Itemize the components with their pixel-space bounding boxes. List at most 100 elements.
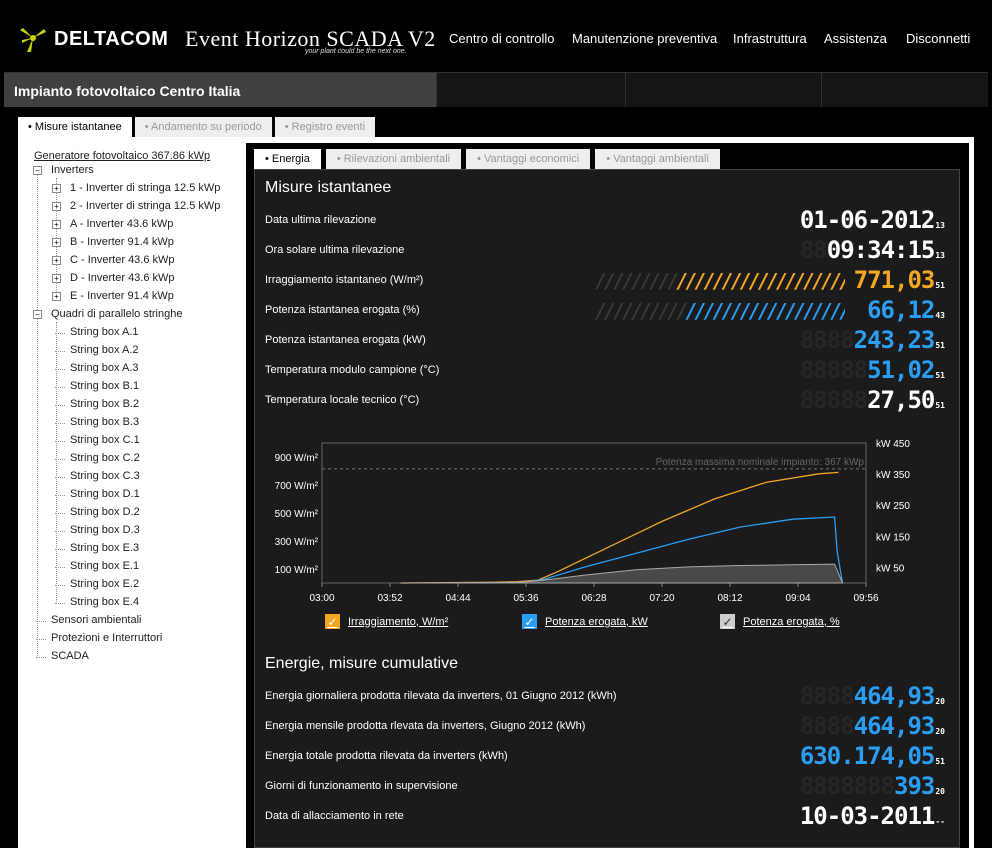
tree-node-string-box[interactable]: String box B.1	[70, 380, 139, 392]
legend-potenza-percent[interactable]: ✓ Potenza erogata, %	[720, 614, 840, 629]
tree-node-string-box[interactable]: String box C.1	[70, 434, 140, 446]
tree-node-string-box[interactable]: String box D.2	[70, 506, 140, 518]
measure-label: Data di allacciamento in rete	[265, 810, 404, 822]
collapse-icon[interactable]: −	[33, 166, 42, 175]
measure-label: Energia totale prodotta rilevata da inve…	[265, 750, 508, 762]
tree-node-inverter[interactable]: A - Inverter 43.6 kWp	[70, 218, 173, 230]
tree-node-string-box[interactable]: String box B.2	[70, 398, 139, 410]
expand-icon[interactable]: +	[52, 256, 61, 265]
collapse-icon[interactable]: −	[33, 310, 42, 319]
legend-label: Potenza erogata, %	[743, 615, 840, 628]
lcd-display: 8888243,2351	[800, 326, 945, 360]
nav-assistenza[interactable]: Assistenza	[824, 31, 887, 46]
expand-icon[interactable]: +	[52, 202, 61, 211]
tree-node-string-box[interactable]: String box C.2	[70, 452, 140, 464]
product-tagline: your plant could be the next one.	[305, 48, 407, 55]
tree-node-string-box[interactable]: String box D.1	[70, 488, 140, 500]
tab-andamento-su-periodo[interactable]: • Andamento su periodo	[134, 117, 272, 137]
tree-node-string-box[interactable]: String box E.2	[70, 578, 139, 590]
tree-node-other[interactable]: Protezioni e Interruttori	[51, 632, 162, 644]
legend-irraggiamento[interactable]: ✓ Irraggiamento, W/m²	[325, 614, 448, 629]
tree-node-inverter[interactable]: D - Inverter 43.6 kWp	[70, 272, 175, 284]
title-bar-segment	[625, 73, 821, 107]
tree-node-other[interactable]: Sensori ambientali	[51, 614, 142, 626]
y-left-tick-label: 300 W/m²	[275, 537, 319, 548]
tab-energia[interactable]: • Energia	[254, 149, 321, 169]
lcd-ghost-digits: 8888	[799, 712, 855, 740]
measure-label: Potenza istantanea erogata (%)	[265, 304, 420, 316]
measure-label: Data ultima rilevazione	[265, 214, 377, 226]
checkbox-checked-icon[interactable]: ✓	[325, 614, 340, 629]
lcd-value: 10-03-2011	[799, 802, 935, 830]
tree-node-inverter[interactable]: E - Inverter 91.4 kWp	[70, 290, 174, 302]
x-tick-label: 08:12	[717, 593, 742, 604]
tree-node-inverter[interactable]: B - Inverter 91.4 kWp	[70, 236, 174, 248]
tab-misure-istantanee[interactable]: • Misure istantanee	[18, 117, 132, 137]
measure-label: Energia mensile prodotta rlevata da inve…	[265, 720, 586, 732]
y-left-tick-label: 900 W/m²	[275, 453, 319, 464]
measure-label: Giorni di funzionamento in supervisione	[265, 780, 458, 792]
x-tick-label: 03:52	[377, 593, 402, 604]
lcd-suffix: 20	[935, 787, 945, 796]
tab-vantaggi-economici[interactable]: • Vantaggi economici	[466, 149, 591, 169]
tab-vantaggi-ambientali[interactable]: • Vantaggi ambientali	[595, 149, 720, 169]
y-left-tick-label: 500 W/m²	[275, 509, 319, 520]
tree-node-other[interactable]: SCADA	[51, 650, 89, 662]
tree-node-string-box[interactable]: String box E.1	[70, 560, 139, 572]
lcd-value: 393	[894, 772, 935, 800]
deltacom-logo[interactable]: DELTACOM	[16, 24, 168, 54]
expand-icon[interactable]: +	[52, 274, 61, 283]
nav-disconnetti[interactable]: Disconnetti	[906, 31, 970, 46]
tree-node-string-box[interactable]: String box C.3	[70, 470, 140, 482]
x-tick-label: 03:00	[309, 593, 334, 604]
tree-node-inverter[interactable]: 1 - Inverter di stringa 12.5 kWp	[70, 182, 220, 194]
tree-root-generatore[interactable]: Generatore fotovoltaico 367.86 kWp	[34, 150, 210, 162]
tree-node-quadri-parallelo[interactable]: Quadri di parallelo stringhe	[51, 308, 182, 320]
tree-node-string-box[interactable]: String box D.3	[70, 524, 140, 536]
lcd-value: 464,93	[853, 712, 936, 740]
expand-icon[interactable]: +	[52, 220, 61, 229]
tab-rilevazioni-ambientali[interactable]: • Rilevazioni ambientali	[325, 149, 462, 169]
expand-icon[interactable]: +	[52, 184, 61, 193]
lcd-display: 01-06-201213	[800, 206, 945, 240]
checkbox-checked-icon[interactable]: ✓	[522, 614, 537, 629]
nav-manutenzione-preventiva[interactable]: Manutenzione preventiva	[572, 31, 717, 46]
y-right-tick-label: kW 450	[876, 439, 910, 450]
x-tick-label: 04:44	[445, 593, 470, 604]
lcd-value: 51,02	[867, 356, 935, 384]
tree-node-string-box[interactable]: String box B.3	[70, 416, 139, 428]
nav-centro-di-controllo[interactable]: Centro di controllo	[449, 31, 555, 46]
nav-infrastruttura[interactable]: Infrastruttura	[733, 31, 807, 46]
lcd-ghost-digits: 8888	[799, 682, 855, 710]
expand-icon[interactable]: +	[52, 238, 61, 247]
y-left-tick-label: 700 W/m²	[275, 481, 319, 492]
tree-node-string-box[interactable]: String box E.4	[70, 596, 139, 608]
y-right-tick-label: kW 150	[876, 532, 910, 543]
tree-node-string-box[interactable]: String box E.3	[70, 542, 139, 554]
energy-subtabs: • Energia • Rilevazioni ambientali • Van…	[254, 149, 725, 169]
tree-node-string-box[interactable]: String box A.2	[70, 344, 139, 356]
tab-registro-eventi[interactable]: • Registro eventi	[274, 117, 376, 137]
lcd-value: 01-06-2012	[799, 206, 935, 234]
tree-node-inverters[interactable]: Inverters	[51, 164, 94, 176]
lcd-suffix: 20	[935, 697, 945, 706]
legend-label: Irraggiamento, W/m²	[348, 615, 449, 628]
legend-label: Potenza erogata, kW	[545, 615, 648, 628]
lcd-suffix: 20	[935, 727, 945, 736]
lcd-value: 09:34:15	[826, 236, 936, 264]
top-bar: DELTACOM Event Horizon SCADA V2 your pla…	[0, 0, 992, 72]
lcd-suffix: 51	[935, 757, 945, 766]
expand-icon[interactable]: +	[52, 292, 61, 301]
tree-node-string-box[interactable]: String box A.3	[70, 362, 139, 374]
measure-label: Potenza istantanea erogata (kW)	[265, 334, 426, 346]
measure-label: Temperatura locale tecnico (°C)	[265, 394, 420, 406]
tree-node-inverter[interactable]: C - Inverter 43.6 kWp	[70, 254, 175, 266]
main-tabs: • Misure istantanee • Andamento su perio…	[18, 117, 378, 137]
checkbox-checked-icon[interactable]: ✓	[720, 614, 735, 629]
tree-node-string-box[interactable]: String box A.1	[70, 326, 139, 338]
x-tick-label: 07:20	[649, 593, 674, 604]
lcd-suffix: --	[935, 817, 945, 826]
tree-node-inverter[interactable]: 2 - Inverter di stringa 12.5 kWp	[70, 200, 220, 212]
legend-potenza-kw[interactable]: ✓ Potenza erogata, kW	[522, 614, 648, 629]
lcd-display: 8888464,9320	[800, 682, 945, 716]
